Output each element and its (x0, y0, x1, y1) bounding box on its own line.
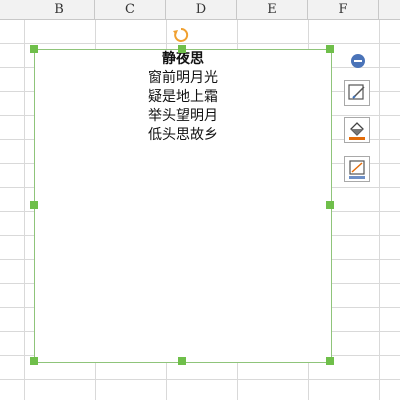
resize-handle-top-left[interactable] (30, 45, 38, 53)
edit-shape-button[interactable] (344, 80, 370, 106)
resize-handle-top[interactable] (178, 45, 186, 53)
resize-handle-right[interactable] (326, 201, 334, 209)
poem-text[interactable]: 静夜思 窗前明月光 疑是地上霜 举头望明月 低头思故乡 (35, 50, 331, 145)
poem-line-2: 疑是地上霜 (148, 89, 218, 105)
outline-color-button[interactable] (344, 156, 370, 182)
column-header-e[interactable]: E (237, 0, 308, 19)
fill-color-button[interactable] (344, 117, 370, 143)
resize-handle-top-right[interactable] (326, 45, 334, 53)
fill-color-icon (349, 122, 365, 140)
collapse-icon[interactable] (351, 54, 365, 68)
column-header-f[interactable]: F (308, 0, 379, 19)
resize-handle-bottom-right[interactable] (326, 357, 334, 365)
resize-handle-bottom[interactable] (178, 357, 186, 365)
column-header-c[interactable]: C (95, 0, 166, 19)
poem-line-4: 低头思故乡 (148, 127, 218, 143)
resize-handle-left[interactable] (30, 201, 38, 209)
outline-color-icon (349, 160, 365, 179)
poem-line-1: 窗前明月光 (148, 70, 218, 86)
column-header-b[interactable]: B (24, 0, 95, 19)
edit-shape-icon (348, 84, 365, 100)
resize-handle-bottom-left[interactable] (30, 357, 38, 365)
text-box[interactable]: 静夜思 窗前明月光 疑是地上霜 举头望明月 低头思故乡 (34, 49, 332, 363)
rotate-handle-icon[interactable] (172, 26, 190, 44)
poem-line-3: 举头望明月 (148, 108, 218, 124)
column-header-d[interactable]: D (166, 0, 237, 19)
column-header-bar: B C D E F (0, 0, 400, 20)
